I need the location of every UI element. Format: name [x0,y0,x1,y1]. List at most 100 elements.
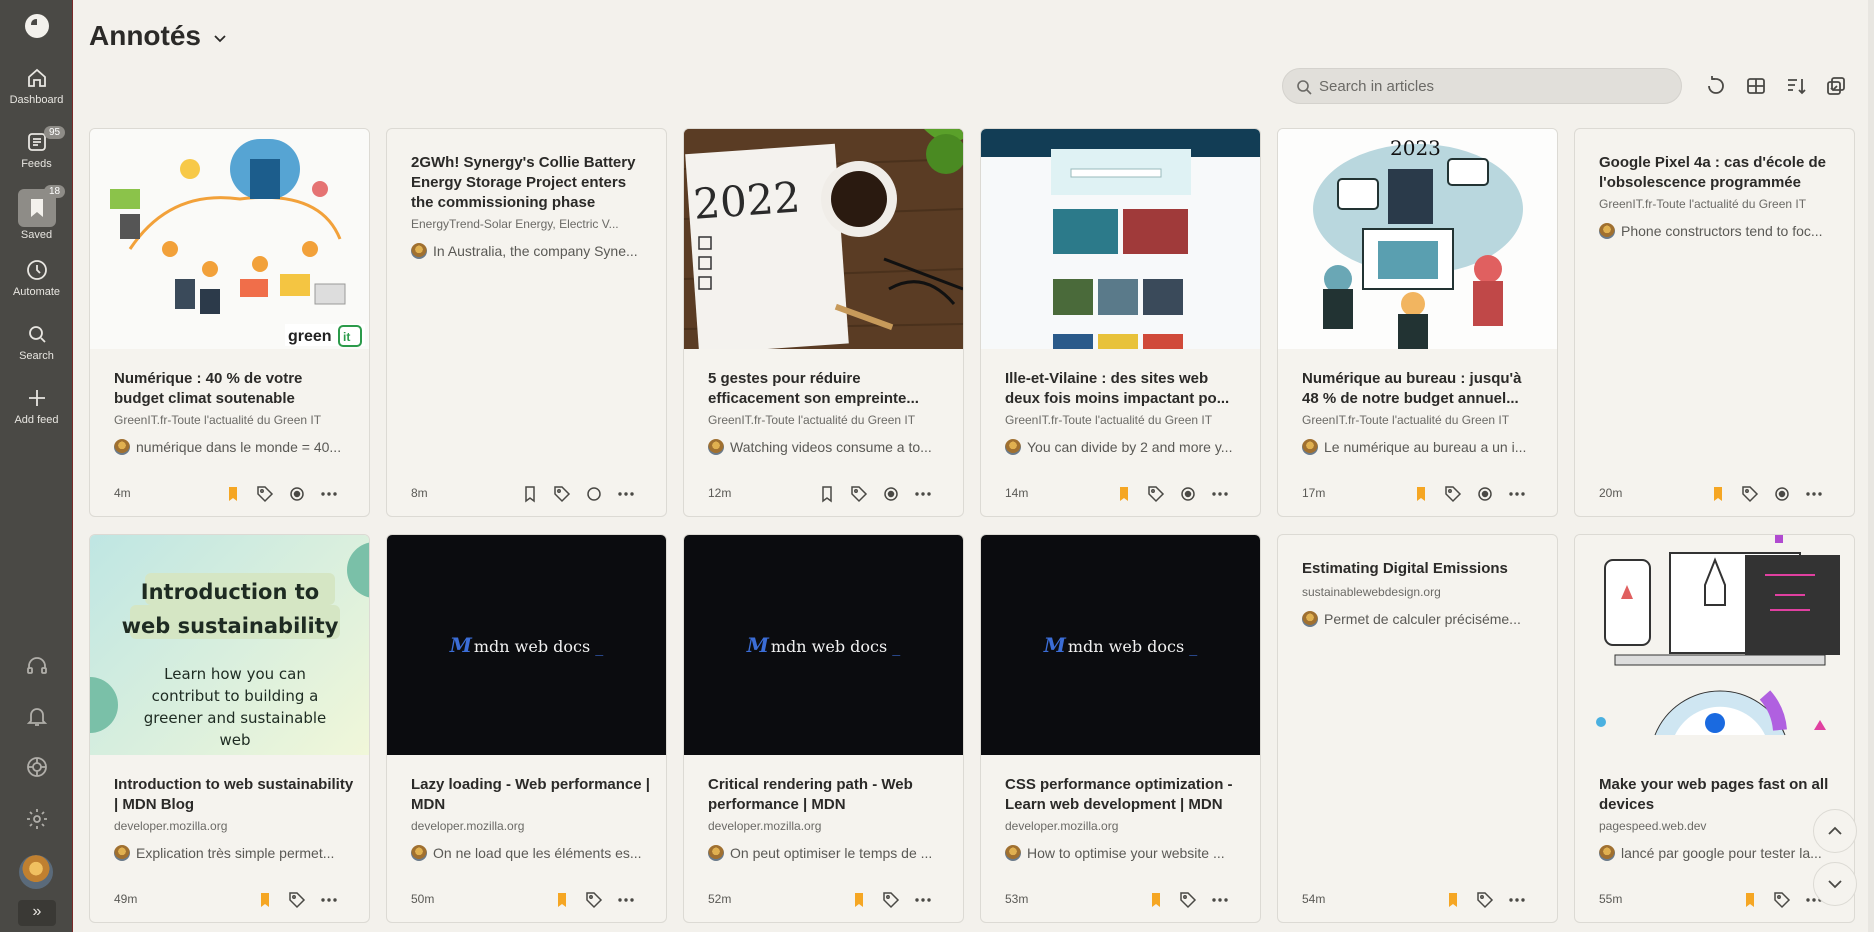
more-icon[interactable] [1210,484,1230,504]
card-title[interactable]: Numérique au bureau : jusqu'à 48 % de no… [1302,369,1542,409]
article-card[interactable]: Make your web pages fast on all devices … [1574,534,1855,923]
search-bar[interactable] [1282,68,1682,104]
tag-icon[interactable] [1443,484,1463,504]
annotation-icon[interactable] [881,484,901,504]
circle-icon[interactable] [584,484,604,504]
search-input[interactable] [1319,69,1669,103]
grid-view-icon[interactable] [1744,74,1768,98]
sidebar-item-search[interactable]: Search [0,322,73,362]
article-card[interactable]: Introduction to web sustainability Learn… [89,534,370,923]
bookmark-filled-icon[interactable] [1114,484,1134,504]
sidebar-item-saved[interactable]: 18 Saved [0,185,73,241]
card-actions [1708,484,1824,504]
card-source: sustainablewebdesign.org [1302,585,1441,599]
article-card[interactable]: Mmdn web docs _ CSS performance optimiza… [980,534,1261,923]
article-card[interactable]: green it Numérique : 40 % de votre budge… [89,128,370,517]
tag-icon[interactable] [255,484,275,504]
bookmark-filled-icon[interactable] [1146,890,1166,910]
more-icon[interactable] [319,484,339,504]
more-icon[interactable] [1507,890,1527,910]
card-note-text: In Australia, the company Syne... [433,243,638,259]
sidebar-item-automate[interactable]: Automate [0,258,73,298]
card-reading-time: 49m [114,892,138,906]
card-title[interactable]: CSS performance optimization - Learn web… [1005,775,1245,815]
annotation-icon[interactable] [1178,484,1198,504]
expand-sidebar-button[interactable]: » [18,900,56,926]
bulk-select-icon[interactable] [1824,74,1848,98]
tag-icon[interactable] [287,890,307,910]
article-card[interactable]: 2GWh! Synergy's Collie Battery Energy St… [386,128,667,517]
tag-icon[interactable] [1146,484,1166,504]
more-icon[interactable] [1210,890,1230,910]
annotation-icon[interactable] [1772,484,1792,504]
bookmark-filled-icon[interactable] [1411,484,1431,504]
bookmark-filled-icon[interactable] [1740,890,1760,910]
card-title[interactable]: Google Pixel 4a : cas d'école de l'obsol… [1599,153,1839,193]
article-card[interactable]: Estimating Digital Emissions sustainable… [1277,534,1558,923]
notebook-2022-image: 2022 [684,129,963,349]
article-card[interactable]: Google Pixel 4a : cas d'école de l'obsol… [1574,128,1855,517]
bookmark-icon[interactable] [520,484,540,504]
more-icon[interactable] [1507,484,1527,504]
scroll-up-button[interactable] [1813,809,1857,853]
card-title[interactable]: 5 gestes pour réduire efficacement son e… [708,369,948,409]
bookmark-filled-icon[interactable] [223,484,243,504]
tag-icon[interactable] [849,484,869,504]
card-reading-time: 14m [1005,486,1029,500]
bell-icon[interactable] [25,704,49,728]
more-icon[interactable] [913,890,933,910]
more-icon[interactable] [1804,484,1824,504]
card-source: pagespeed.web.dev [1599,819,1707,833]
article-card[interactable]: 2022 5 gestes pour réduire efficacement … [683,128,964,517]
bookmark-filled-icon[interactable] [1708,484,1728,504]
app-logo[interactable] [25,14,49,38]
refresh-icon[interactable] [1704,74,1728,98]
more-icon[interactable] [616,484,636,504]
card-title[interactable]: 2GWh! Synergy's Collie Battery Energy St… [411,153,651,213]
page-title[interactable]: Annotés [89,20,201,52]
headphones-icon[interactable] [25,653,49,677]
scroll-down-button[interactable] [1813,862,1857,906]
card-title[interactable]: Ille-et-Vilaine : des sites web deux foi… [1005,369,1245,409]
tag-icon[interactable] [584,890,604,910]
tag-icon[interactable] [881,890,901,910]
card-title[interactable]: Make your web pages fast on all devices [1599,775,1839,815]
card-title[interactable]: Introduction to web sustainability | MDN… [114,775,354,815]
more-icon[interactable] [616,890,636,910]
card-title[interactable]: Lazy loading - Web performance | MDN [411,775,651,815]
settings-icon[interactable] [25,807,49,831]
bookmark-icon[interactable] [817,484,837,504]
scrollbar[interactable] [1868,0,1874,932]
bookmark-filled-icon[interactable] [1443,890,1463,910]
article-card[interactable]: 2023 Numérique au bureau : jusqu'à 48 % … [1277,128,1558,517]
card-title[interactable]: Critical rendering path - Web performanc… [708,775,948,815]
article-card[interactable]: Mmdn web docs _ Critical rendering path … [683,534,964,923]
bookmark-filled-icon[interactable] [849,890,869,910]
tag-icon[interactable] [1740,484,1760,504]
tag-icon[interactable] [552,484,572,504]
sidebar-item-feeds[interactable]: 95 Feeds [0,126,73,170]
card-note: On ne load que les éléments es... [411,845,656,861]
card-title[interactable]: Estimating Digital Emissions [1302,559,1542,579]
article-card[interactable]: Ille-et-Vilaine : des sites web deux foi… [980,128,1261,517]
card-source: GreenIT.fr-Toute l'actualité du Green IT [708,413,916,427]
sidebar-item-add-feed[interactable]: Add feed [0,386,73,426]
tag-icon[interactable] [1178,890,1198,910]
tag-icon[interactable] [1475,890,1495,910]
annotation-icon[interactable] [1475,484,1495,504]
chevron-down-icon[interactable] [212,30,228,46]
card-title[interactable]: Numérique : 40 % de votre budget climat … [114,369,354,409]
user-avatar[interactable] [19,855,53,889]
more-icon[interactable] [913,484,933,504]
sidebar-item-dashboard[interactable]: Dashboard [0,66,73,106]
help-icon[interactable] [25,755,49,779]
article-card[interactable]: Mmdn web docs _ Lazy loading - Web perfo… [386,534,667,923]
tag-icon[interactable] [1772,890,1792,910]
bookmark-filled-icon[interactable] [552,890,572,910]
annotation-icon[interactable] [287,484,307,504]
sort-icon[interactable] [1784,74,1808,98]
card-source: GreenIT.fr-Toute l'actualité du Green IT [114,413,322,427]
bookmark-filled-icon[interactable] [255,890,275,910]
card-note: Permet de calculer préciséme... [1302,611,1547,627]
more-icon[interactable] [319,890,339,910]
